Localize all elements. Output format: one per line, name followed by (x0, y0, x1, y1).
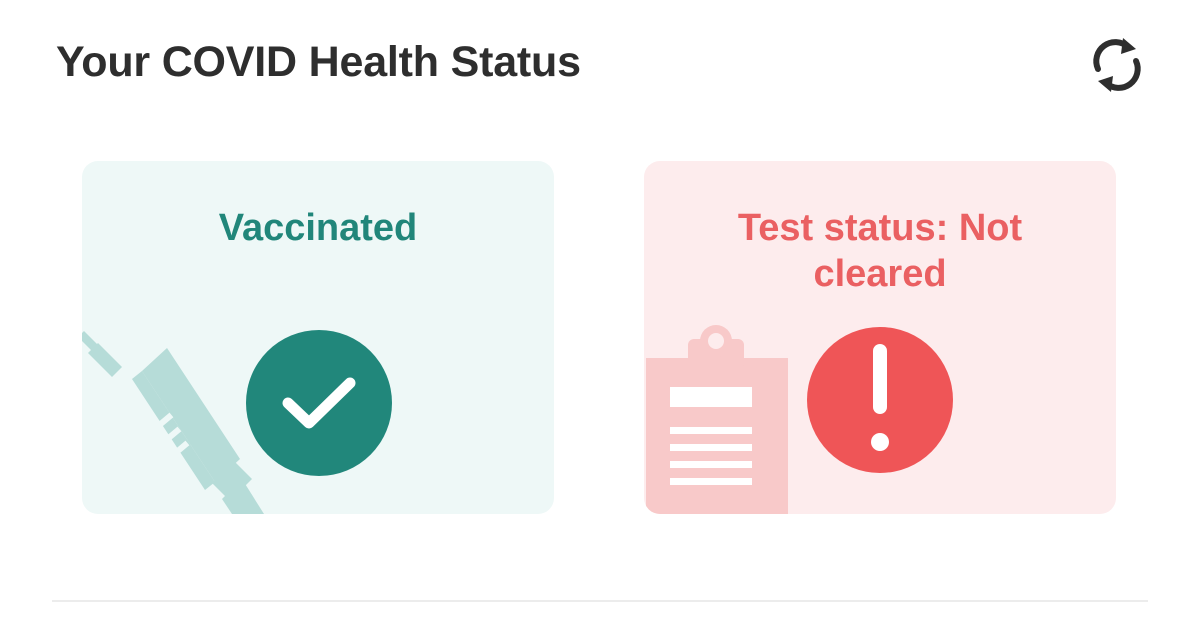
health-status-screen: Your COVID Health Status Vaccinated Test… (0, 0, 1200, 628)
test-status-label: Test status: Not cleared (737, 207, 1023, 295)
checkmark-icon (282, 377, 356, 429)
vaccinated-status-indicator (246, 330, 392, 476)
section-divider (52, 600, 1148, 602)
test-status-card[interactable]: Test status: Not cleared (644, 161, 1116, 514)
page-title: Your COVID Health Status (56, 38, 581, 86)
exclamation-icon (871, 344, 889, 451)
refresh-icon (1093, 38, 1141, 92)
vaccination-status-label: Vaccinated (218, 207, 418, 249)
vaccination-status-card[interactable]: Vaccinated (82, 161, 554, 514)
refresh-button[interactable] (1082, 30, 1152, 100)
test-status-indicator (807, 327, 953, 473)
